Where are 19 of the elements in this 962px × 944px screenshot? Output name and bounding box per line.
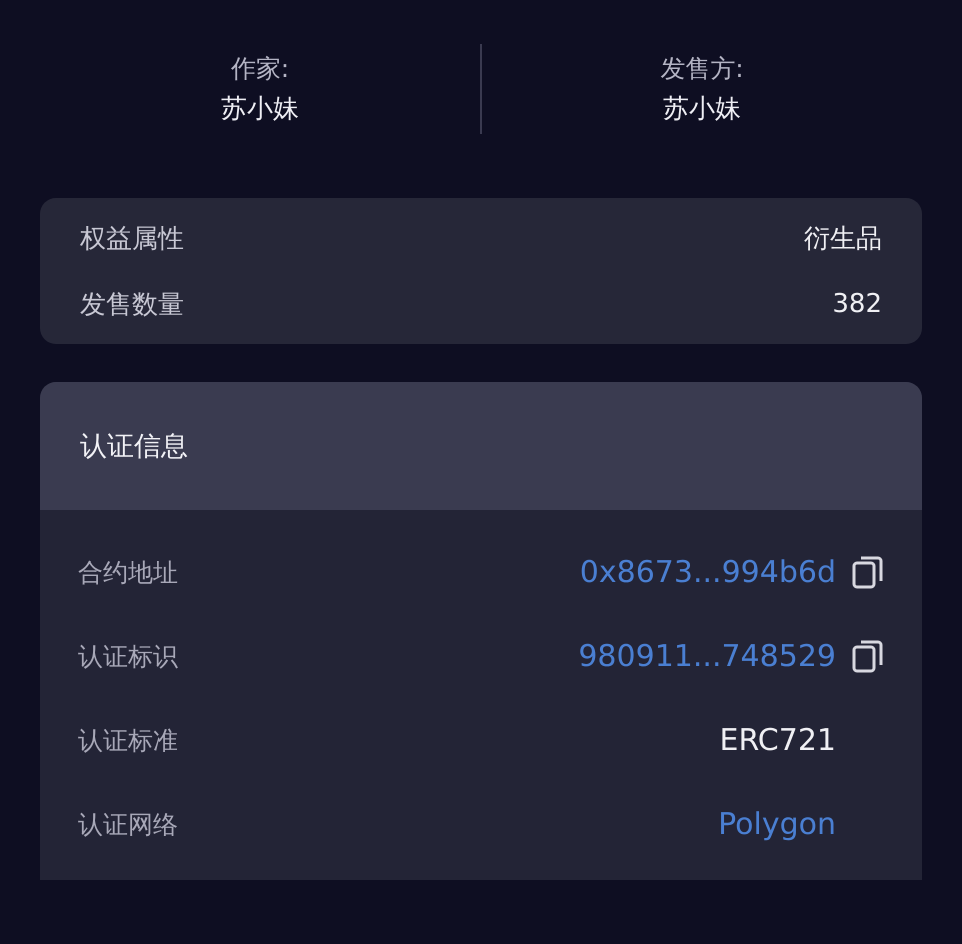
- copy-icon[interactable]: [852, 639, 884, 673]
- row-label: 认证标准: [78, 724, 179, 756]
- row-label: 权益属性: [80, 222, 184, 256]
- copy-icon[interactable]: [852, 555, 884, 589]
- field-value: 苏小妹: [663, 93, 741, 126]
- row-label: 合约地址: [78, 556, 179, 588]
- link[interactable]: Polygon: [718, 806, 836, 842]
- field-label: 发售方:: [660, 53, 744, 85]
- row-label: 认证网络: [78, 808, 179, 840]
- link[interactable]: 0x8673...994b6d: [580, 554, 836, 590]
- row-label: 认证标识: [78, 640, 179, 672]
- row-value: 衍生品: [804, 222, 882, 256]
- row-value: 382: [832, 289, 882, 319]
- field-label: 作家:: [230, 53, 290, 85]
- section-title: 认证信息: [80, 430, 188, 464]
- link[interactable]: 980911...748529: [578, 638, 836, 674]
- row-value: ERC721: [719, 722, 836, 758]
- row-label: 发售数量: [80, 288, 184, 322]
- field-value: 苏小妹: [221, 93, 299, 126]
